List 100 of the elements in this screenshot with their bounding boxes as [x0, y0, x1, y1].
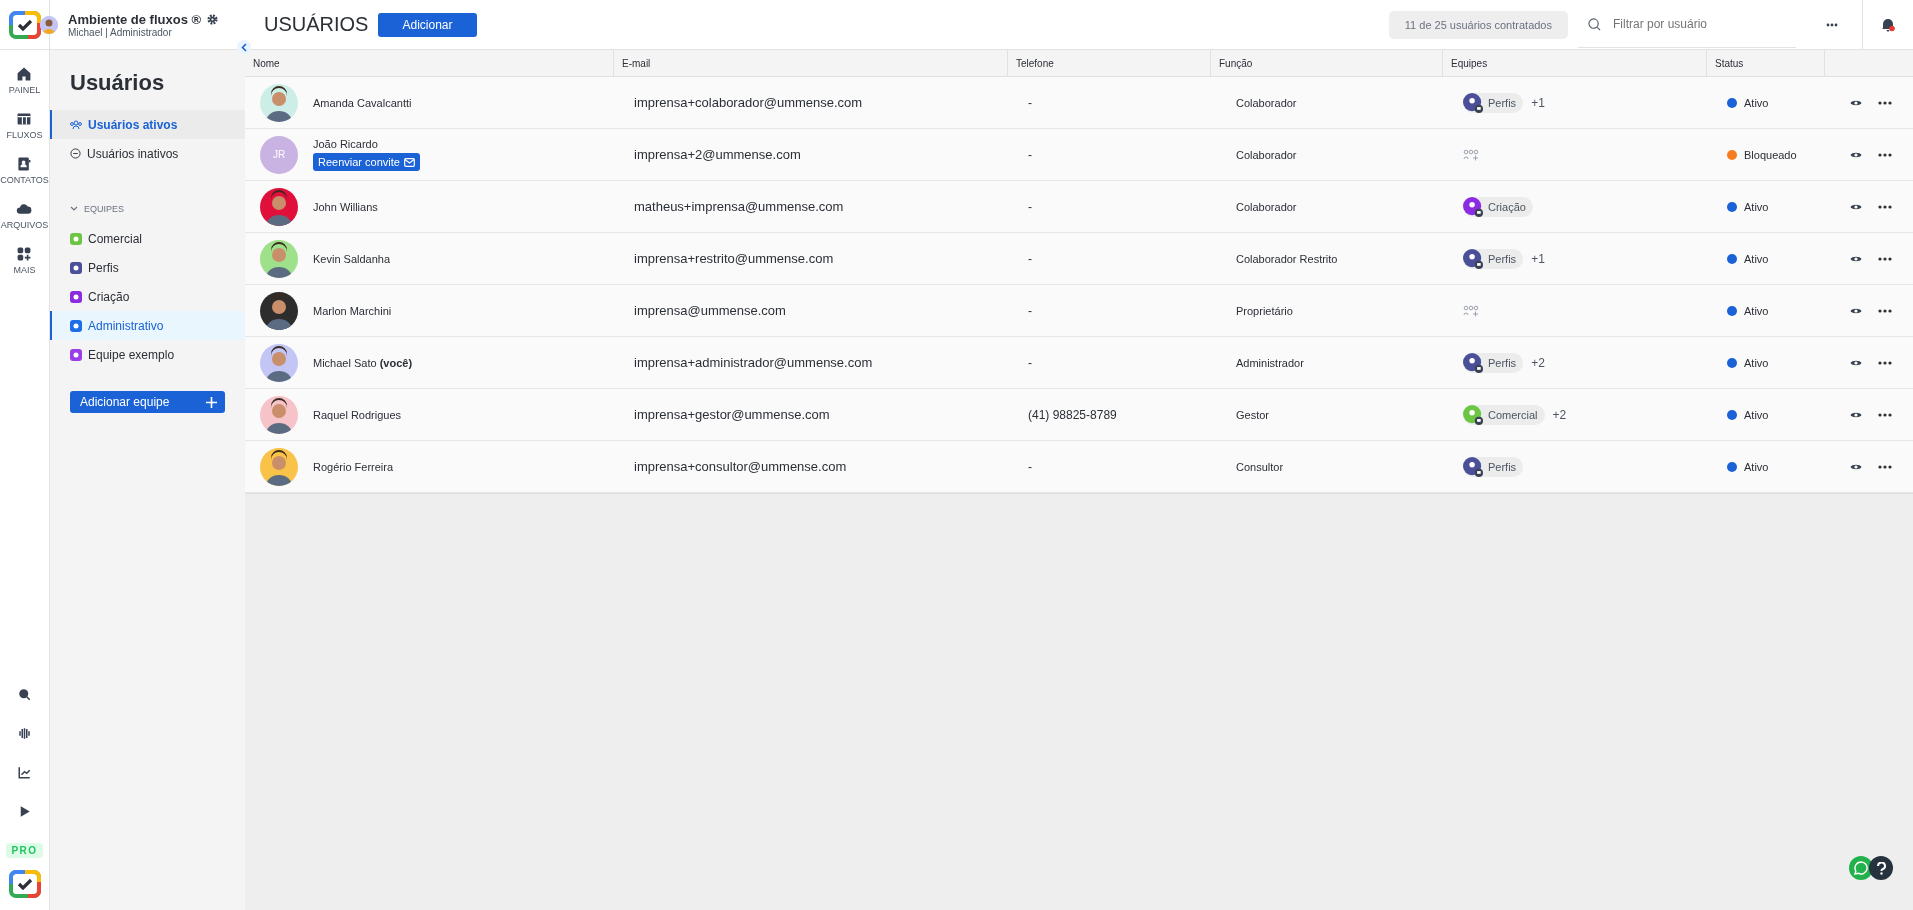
email-text: imprensa+restrito@ummense.com — [634, 251, 834, 266]
email-text: imprensa+2@ummense.com — [634, 147, 801, 162]
more-icon[interactable] — [1878, 204, 1892, 209]
team-tag: Comercial — [1463, 404, 1545, 425]
role-text: Administrador — [1236, 356, 1304, 369]
user-name: Michael Sato (você) — [313, 356, 413, 369]
status-text: Bloqueado — [1744, 148, 1797, 161]
more-teams-count: +2 — [1552, 407, 1567, 422]
column-header: Nome — [245, 50, 614, 77]
more-icon[interactable] — [1878, 152, 1892, 157]
line-chart-icon[interactable] — [17, 765, 32, 780]
more-icon[interactable] — [1878, 412, 1892, 417]
team-tag: Perfis — [1463, 92, 1524, 113]
column-header: Status — [1707, 50, 1825, 77]
chat-bubble-icon — [1854, 861, 1868, 875]
rail-nav-item[interactable]: ARQUIVOS — [0, 201, 49, 230]
app-logo[interactable] — [8, 10, 41, 39]
team-tag: Perfis — [1463, 248, 1524, 269]
add-button[interactable]: Adicionar — [378, 12, 477, 37]
plus-icon — [206, 396, 217, 408]
contact-card-icon — [16, 156, 33, 172]
team-item[interactable]: Administrativo — [50, 311, 245, 340]
chevron-left-icon — [241, 42, 247, 52]
more-icon[interactable] — [1826, 22, 1838, 27]
team-item[interactable]: Comercial — [50, 224, 245, 253]
more-icon[interactable] — [1878, 360, 1892, 365]
waveform-icon[interactable] — [17, 726, 32, 741]
more-teams-count: +2 — [1531, 355, 1545, 370]
status-text: Ativo — [1744, 96, 1769, 109]
role-text: Colaborador Restrito — [1236, 252, 1338, 265]
email-text: imprensa+consultor@ummense.com — [634, 459, 847, 474]
pro-badge: PRO — [6, 843, 43, 858]
phone-text: - — [1028, 147, 1032, 162]
more-icon[interactable] — [1878, 464, 1892, 469]
chat-button[interactable] — [1849, 856, 1873, 880]
more-teams-count: +1 — [1531, 95, 1545, 110]
sidebar-title: Usuários — [70, 70, 166, 96]
rail-nav-item[interactable]: MAIS — [13, 246, 36, 275]
more-icon[interactable] — [1878, 308, 1892, 313]
resend-invite-button[interactable]: Reenviar convite — [313, 153, 420, 171]
email-text: imprensa@ummense.com — [634, 303, 786, 318]
settings-icon[interactable] — [207, 13, 219, 25]
bell-icon[interactable] — [1881, 17, 1895, 32]
question-icon — [1876, 861, 1886, 875]
user-name: Amanda Cavalcantti — [313, 96, 412, 109]
phone-text: (41) 98825-8789 — [1028, 407, 1117, 422]
sidebar-item[interactable]: Usuários inativos — [50, 139, 245, 168]
apps-plus-icon — [16, 246, 33, 262]
status-text: Ativo — [1744, 408, 1769, 421]
add-team-button[interactable]: Adicionar equipe — [70, 391, 225, 413]
team-tag: Perfis — [1463, 352, 1524, 373]
help-button[interactable] — [1869, 856, 1893, 880]
column-header: Equipes — [1443, 50, 1707, 77]
minus-circle-icon — [70, 148, 81, 159]
teams-header[interactable]: EQUIPES — [50, 204, 245, 214]
mail-icon — [403, 157, 415, 167]
role-text: Colaborador — [1236, 200, 1297, 213]
rail-nav-item[interactable]: CONTATOS — [0, 156, 49, 185]
eye-icon[interactable] — [1850, 254, 1862, 263]
initials-avatar: JR — [260, 135, 298, 174]
team-item[interactable]: Equipe exemplo — [50, 340, 245, 369]
more-icon[interactable] — [1878, 256, 1892, 261]
user-name: Kevin Saldanha — [313, 252, 391, 265]
rail-nav-item[interactable]: FLUXOS — [6, 111, 43, 140]
app-logo[interactable] — [8, 870, 41, 898]
column-header: Função — [1211, 50, 1443, 77]
eye-icon[interactable] — [1850, 150, 1862, 159]
email-text: matheus+imprensa@ummense.com — [634, 199, 844, 214]
team-tag: Perfis — [1463, 456, 1524, 477]
eye-icon[interactable] — [1850, 202, 1862, 211]
column-header: Telefone — [1008, 50, 1211, 77]
search-icon[interactable] — [17, 687, 32, 702]
eye-icon[interactable] — [1850, 410, 1862, 419]
user-name: João Ricardo — [313, 138, 378, 150]
workspace-name: Ambiente de fluxos ® — [68, 11, 202, 27]
sidebar-item[interactable]: Usuários ativos — [50, 110, 245, 139]
user-role: Michael | Administrador — [68, 26, 173, 38]
home-icon — [16, 66, 33, 82]
status-text: Ativo — [1744, 304, 1769, 317]
table-icon — [16, 111, 33, 127]
team-tag: Criação — [1463, 196, 1533, 217]
users-icon — [70, 119, 82, 130]
eye-icon[interactable] — [1850, 462, 1862, 471]
user-name: Raquel Rodrigues — [313, 408, 402, 421]
eye-icon[interactable] — [1850, 98, 1862, 107]
more-icon[interactable] — [1878, 100, 1892, 105]
phone-text: - — [1028, 459, 1032, 474]
eye-icon[interactable] — [1850, 358, 1862, 367]
chevron-icon — [70, 206, 78, 212]
phone-text: - — [1028, 95, 1032, 110]
phone-text: - — [1028, 355, 1032, 370]
role-text: Proprietário — [1236, 304, 1293, 317]
phone-text: - — [1028, 251, 1032, 266]
page-title: USUÁRIOS — [264, 13, 369, 36]
team-item[interactable]: Criação — [50, 282, 245, 311]
team-item[interactable]: Perfis — [50, 253, 245, 282]
eye-icon[interactable] — [1850, 306, 1862, 315]
status-text: Ativo — [1744, 356, 1769, 369]
rail-nav-item[interactable]: PAINEL — [8, 66, 41, 95]
search-field[interactable]: Filtrar por usuário — [1611, 16, 1785, 32]
